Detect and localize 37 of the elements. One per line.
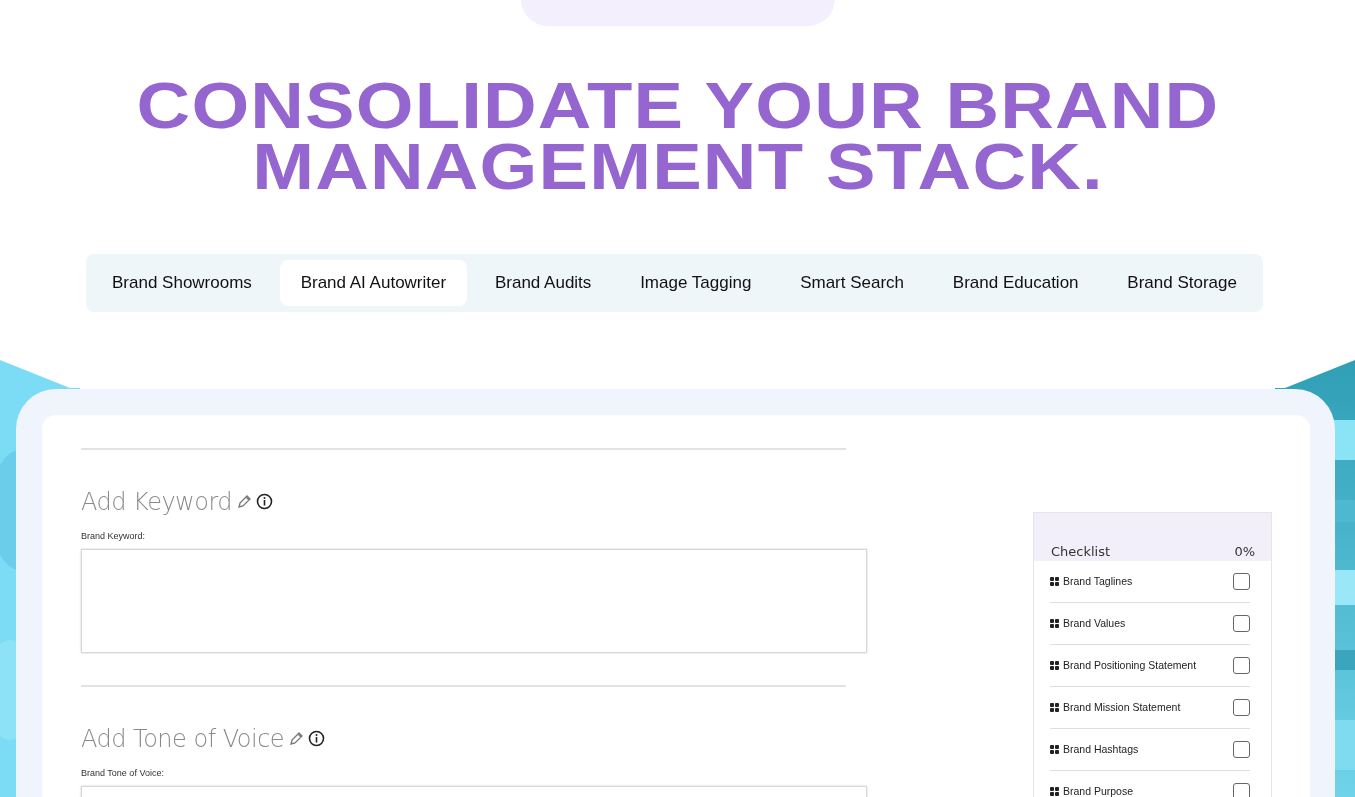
section-title: Add Tone of Voice xyxy=(81,724,285,753)
grip-icon[interactable] xyxy=(1050,576,1059,586)
checklist-item: Brand Hashtags xyxy=(1063,743,1139,756)
field-label: Brand Tone of Voice: xyxy=(81,767,165,778)
page-heading: CONSOLIDATE YOUR BRAND MANAGEMENT STACK. xyxy=(135,76,1220,198)
pencil-icon[interactable] xyxy=(236,493,253,510)
checkbox[interactable] xyxy=(1233,782,1250,797)
feature-tab[interactable]: Brand Showrooms xyxy=(91,259,273,306)
pencil-icon[interactable] xyxy=(288,730,305,747)
feature-tab[interactable]: Image Tagging xyxy=(619,259,773,306)
checkbox[interactable] xyxy=(1233,656,1250,674)
feature-tab[interactable]: Brand Storage xyxy=(1106,259,1258,306)
progress-percent: 0% xyxy=(1234,543,1255,559)
input-field[interactable] xyxy=(81,548,867,653)
checkbox[interactable] xyxy=(1233,698,1250,716)
checkbox[interactable] xyxy=(1233,740,1250,758)
checklist-title: Checklist xyxy=(1051,543,1111,559)
checklist-item: Brand Purpose xyxy=(1063,785,1134,797)
checkbox[interactable] xyxy=(1233,572,1250,590)
section-title: Add Keyword xyxy=(81,487,233,516)
grip-icon[interactable] xyxy=(1050,702,1059,712)
grip-icon[interactable] xyxy=(1050,786,1059,796)
grip-icon[interactable] xyxy=(1050,660,1059,670)
field-label: Brand Keyword: xyxy=(81,530,147,541)
feature-tab[interactable]: Brand Audits xyxy=(473,259,613,306)
checklist-item: Brand Taglines xyxy=(1063,575,1133,588)
checklist-item: Brand Positioning Statement xyxy=(1063,659,1197,672)
checklist-item: Brand Values xyxy=(1063,617,1126,630)
grip-icon[interactable] xyxy=(1050,618,1059,628)
info-icon[interactable] xyxy=(256,493,274,511)
feature-tab[interactable]: Brand AI Autowriter xyxy=(279,259,468,306)
feature-tab[interactable]: Brand Education xyxy=(931,259,1100,306)
checkbox[interactable] xyxy=(1233,614,1250,632)
checklist-item: Brand Mission Statement xyxy=(1063,701,1181,714)
feature-tab[interactable]: Smart Search xyxy=(779,259,926,306)
grip-icon[interactable] xyxy=(1050,744,1059,754)
info-icon[interactable] xyxy=(308,730,326,748)
